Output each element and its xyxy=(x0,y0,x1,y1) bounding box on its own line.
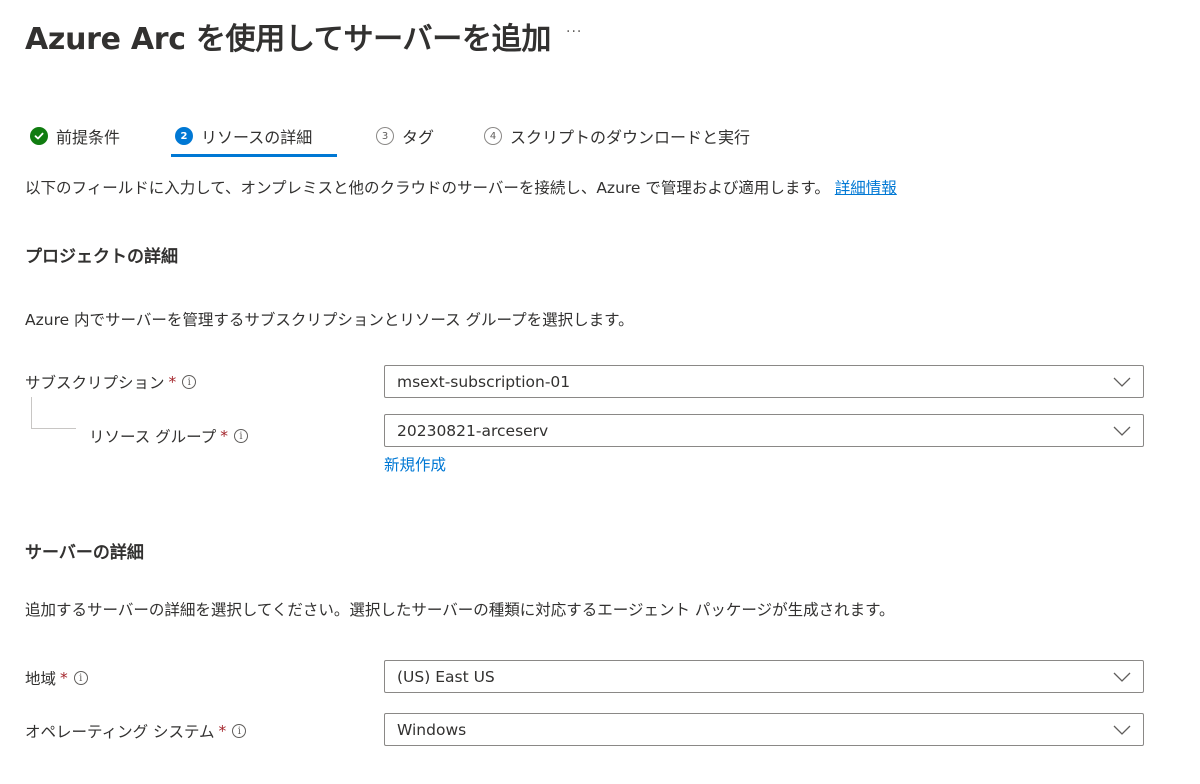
create-new-resource-group-link[interactable]: 新規作成 xyxy=(384,453,446,475)
intro-description: 以下のフィールドに入力して、オンプレミスと他のクラウドのサーバーを接続し、Azu… xyxy=(25,179,830,197)
chevron-down-icon xyxy=(1113,377,1131,387)
required-marker: * xyxy=(218,722,227,740)
resource-group-label-text: リソース グループ xyxy=(89,428,217,446)
wizard-tabs: 前提条件 2 リソースの詳細 3 タグ 4 スクリプトのダウンロードと実行 xyxy=(0,116,1200,160)
project-details-description: Azure 内でサーバーを管理するサブスクリプションとリソース グループを選択し… xyxy=(25,311,634,329)
tab-label: リソースの詳細 xyxy=(201,128,313,147)
chevron-down-icon xyxy=(1113,426,1131,436)
page-title: Azure Arc を使用してサーバーを追加 xyxy=(25,22,552,57)
subscription-label: サブスクリプション * i xyxy=(25,371,197,393)
step-number-icon: 4 xyxy=(484,127,502,145)
tab-label: 前提条件 xyxy=(56,128,121,147)
tree-connector xyxy=(31,428,76,429)
project-details-heading: プロジェクトの詳細 xyxy=(25,247,178,267)
active-tab-indicator xyxy=(171,154,337,157)
region-dropdown[interactable]: (US) East US xyxy=(384,660,1144,693)
tab-label: タグ xyxy=(402,128,435,147)
chevron-down-icon xyxy=(1113,725,1131,735)
region-value: (US) East US xyxy=(397,667,495,686)
info-icon[interactable]: i xyxy=(232,724,247,738)
intro-text: 以下のフィールドに入力して、オンプレミスと他のクラウドのサーバーを接続し、Azu… xyxy=(25,176,897,198)
tab-label: スクリプトのダウンロードと実行 xyxy=(510,128,751,147)
region-label-text: 地域 xyxy=(25,670,57,688)
chevron-down-icon xyxy=(1113,672,1131,682)
os-label-text: オペレーティング システム xyxy=(25,723,215,741)
required-marker: * xyxy=(60,669,68,687)
info-icon[interactable]: i xyxy=(73,671,88,685)
required-marker: * xyxy=(220,427,228,445)
more-actions-button[interactable]: ··· xyxy=(566,24,582,40)
tab-resource-details[interactable]: 2 リソースの詳細 xyxy=(175,116,312,156)
tab-tags[interactable]: 3 タグ xyxy=(376,116,434,156)
tab-download-run-script[interactable]: 4 スクリプトのダウンロードと実行 xyxy=(484,116,750,156)
subscription-label-text: サブスクリプション xyxy=(25,374,165,392)
resource-group-dropdown[interactable]: 20230821-arceserv xyxy=(384,414,1144,447)
learn-more-link[interactable]: 詳細情報 xyxy=(835,179,897,197)
tab-prerequisites[interactable]: 前提条件 xyxy=(30,116,120,156)
subscription-dropdown[interactable]: msext-subscription-01 xyxy=(384,365,1144,398)
os-dropdown[interactable]: Windows xyxy=(384,713,1144,746)
os-label: オペレーティング システム * i xyxy=(25,720,247,742)
os-value: Windows xyxy=(397,720,467,739)
server-details-description: 追加するサーバーの詳細を選択してください。選択したサーバーの種類に対応するエージ… xyxy=(25,601,895,619)
subscription-value: msext-subscription-01 xyxy=(397,372,571,391)
resource-group-value: 20230821-arceserv xyxy=(397,421,549,440)
required-marker: * xyxy=(168,373,177,391)
tree-connector xyxy=(31,397,32,428)
step-number-icon: 2 xyxy=(175,127,193,145)
check-icon xyxy=(30,127,48,145)
step-number-icon: 3 xyxy=(376,127,394,145)
server-details-heading: サーバーの詳細 xyxy=(25,543,144,563)
resource-group-label: リソース グループ * i xyxy=(89,425,248,447)
info-icon[interactable]: i xyxy=(182,375,197,389)
region-label: 地域 * i xyxy=(25,667,88,689)
info-icon[interactable]: i xyxy=(233,429,248,443)
